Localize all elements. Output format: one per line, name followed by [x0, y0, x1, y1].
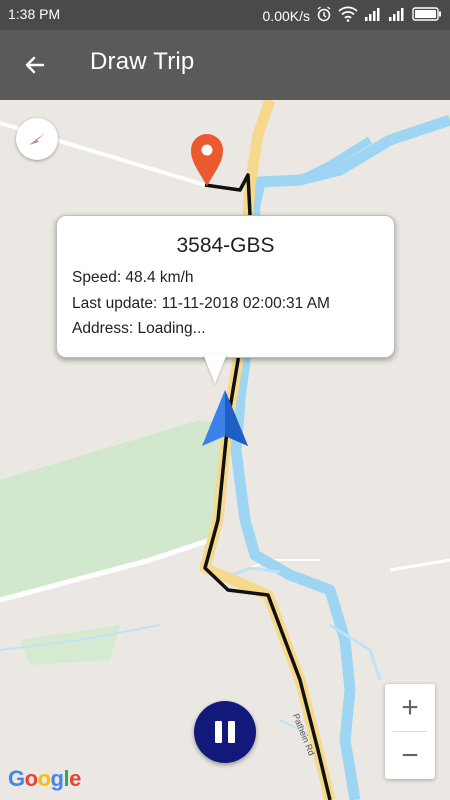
google-logo: Google: [8, 766, 81, 792]
google-logo-letter: o: [37, 766, 51, 791]
google-logo-letter: e: [69, 766, 81, 791]
info-window-pointer: [203, 354, 227, 384]
zoom-in-button[interactable]: +: [385, 684, 435, 731]
pause-button[interactable]: [194, 701, 256, 763]
net-speed: 0.00K/s: [262, 7, 310, 24]
alarm-icon: [316, 6, 332, 25]
status-bar: 1:38 PM 0.00K/s: [0, 0, 450, 30]
vehicle-speed: Speed: 48.4 km/h: [72, 269, 194, 286]
google-logo-letter: G: [8, 766, 25, 791]
vehicle-last-update: Last update: 11-11-2018 02:00:31 AM: [72, 295, 330, 312]
signal-icon-2: [388, 7, 406, 24]
vehicle-id: 3584-GBS: [176, 234, 275, 257]
compass-button[interactable]: [16, 118, 58, 160]
app-bar: Draw Trip: [0, 30, 450, 100]
zoom-out-button[interactable]: −: [385, 732, 435, 779]
status-time: 1:38 PM: [8, 6, 61, 22]
google-logo-letter: g: [50, 766, 64, 791]
zoom-controls: + −: [385, 684, 435, 779]
compass-icon: [29, 133, 45, 145]
signal-icon-1: [364, 7, 382, 24]
vehicle-info-window: 3584-GBS Speed: 48.4 km/h Last update: 1…: [56, 215, 395, 358]
back-button[interactable]: [14, 44, 56, 86]
battery-icon: [412, 7, 442, 24]
map-view[interactable]: [0, 100, 450, 800]
google-logo-letter: o: [24, 766, 38, 791]
vehicle-address: Address: Loading...: [72, 320, 206, 337]
arrow-left-icon: [25, 56, 45, 74]
status-icons: 0.00K/s: [263, 6, 442, 25]
pause-icon: [212, 721, 238, 743]
page-title: Draw Trip: [90, 48, 195, 75]
wifi-icon: [338, 6, 358, 25]
